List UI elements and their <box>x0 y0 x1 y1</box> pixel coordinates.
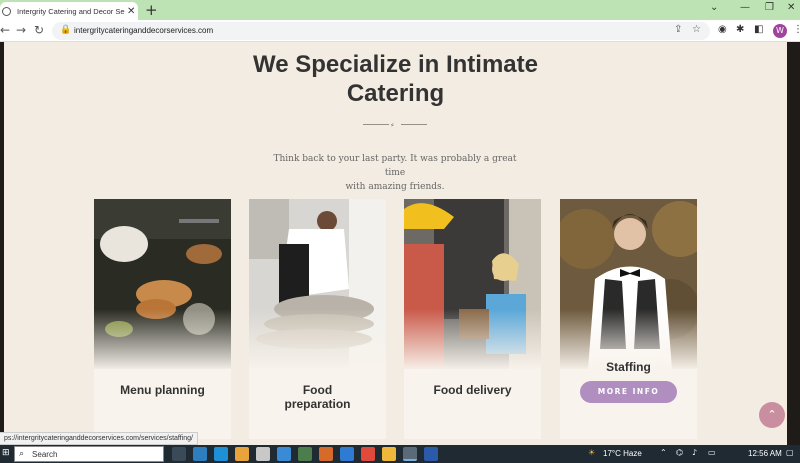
store-icon[interactable] <box>256 447 270 461</box>
chrome-icon[interactable] <box>382 447 396 461</box>
star-icon[interactable]: ☆ <box>692 24 701 35</box>
app-icon[interactable] <box>193 447 207 461</box>
puzzle-icon[interactable]: ✱ <box>736 24 744 35</box>
address-bar[interactable]: 🔒 intergritycateringanddecorservices.com… <box>52 22 710 40</box>
browser-toolbar: ← → ↻ 🔒 intergritycateringanddecorservic… <box>0 20 800 42</box>
card-title: Staffing <box>606 360 651 374</box>
favicon-icon <box>2 6 11 16</box>
link-status-bar: ps://intergritycateringanddecorservices.… <box>0 432 198 445</box>
tab-strip: Intergrity Catering and Decor Se ✕ + ⌄ —… <box>0 0 800 20</box>
mail-icon[interactable] <box>277 447 291 461</box>
back-icon[interactable]: ← <box>0 23 10 37</box>
close-icon[interactable]: ✕ <box>127 6 135 17</box>
vscode-icon[interactable] <box>340 447 354 461</box>
weather-icon: ☀ <box>588 448 596 457</box>
clock[interactable]: 12:56 AM <box>748 449 782 458</box>
service-card-food-preparation[interactable]: Food preparation <box>249 199 386 439</box>
window-close-icon[interactable]: ✕ <box>787 2 795 13</box>
services-section: We Specialize in Intimate Catering ⸗ Thi… <box>4 42 787 445</box>
tab-title: Intergrity Catering and Decor Se <box>17 6 125 16</box>
section-subtitle: Think back to your last party. It was pr… <box>273 154 517 192</box>
service-card-food-delivery[interactable]: Food delivery <box>404 199 541 439</box>
windows-icon[interactable]: ⊞ <box>2 448 10 458</box>
card-title: Food delivery <box>433 383 512 397</box>
minimize-icon[interactable]: — <box>740 2 750 13</box>
weather-text[interactable]: 17°C Haze <box>603 449 642 458</box>
more-info-button[interactable]: MORE INFO <box>580 381 677 403</box>
forward-icon[interactable]: → <box>16 23 26 37</box>
chevron-up-icon[interactable]: ⌃ <box>660 448 667 457</box>
windows-taskbar: ⊞ ⌕ Search ☀ 17°C Haze ⌃ ⌬ ♪ ▭ 12:56 AM … <box>0 445 800 463</box>
edge-icon[interactable] <box>214 447 228 461</box>
page-title: We Specialize in Intimate Catering <box>253 51 538 107</box>
maximize-icon[interactable]: ❐ <box>765 2 774 13</box>
battery-icon[interactable]: ▭ <box>708 448 716 457</box>
page-viewport: We Specialize in Intimate Catering ⸗ Thi… <box>0 42 800 445</box>
reload-icon[interactable]: ↻ <box>34 23 44 37</box>
search-icon: ⌕ <box>19 449 25 459</box>
notification-icon[interactable]: ▢ <box>786 448 794 457</box>
taskbar-search[interactable]: ⌕ Search <box>14 446 164 462</box>
extension-icon[interactable]: ◉ <box>718 24 727 35</box>
browser-tab[interactable]: Intergrity Catering and Decor Se ✕ <box>0 2 138 20</box>
scroll-to-top-button[interactable]: ⌃ <box>759 402 785 428</box>
app-icon[interactable] <box>319 447 333 461</box>
chrome-icon[interactable] <box>361 447 375 461</box>
file-explorer-icon[interactable] <box>235 447 249 461</box>
app-icon[interactable] <box>298 447 312 461</box>
task-view-icon[interactable] <box>172 447 186 461</box>
word-icon[interactable] <box>424 447 438 461</box>
chrome-icon[interactable] <box>403 447 417 461</box>
sidebar-icon[interactable]: ◧ <box>754 24 763 35</box>
volume-icon[interactable]: ♪ <box>692 448 697 457</box>
chevron-down-icon[interactable]: ⌄ <box>710 2 718 13</box>
card-title: Food preparation <box>284 383 351 411</box>
network-icon[interactable]: ⌬ <box>676 448 683 457</box>
url-text[interactable]: intergritycateringanddecorservices.com <box>74 26 213 35</box>
plus-icon[interactable]: + <box>145 1 158 19</box>
avatar[interactable]: W <box>773 24 787 38</box>
service-card-staffing[interactable]: Staffing MORE INFO <box>560 199 697 439</box>
ornament-divider: ⸗ <box>363 120 427 130</box>
share-icon[interactable]: ⇪ <box>674 24 682 35</box>
card-title: Menu planning <box>120 383 205 397</box>
menu-icon[interactable]: ⋮ <box>793 24 800 35</box>
arrow-up-icon: ⌃ <box>767 408 777 421</box>
service-card-menu-planning[interactable]: Menu planning <box>94 199 231 439</box>
lock-icon: 🔒 <box>60 25 72 35</box>
